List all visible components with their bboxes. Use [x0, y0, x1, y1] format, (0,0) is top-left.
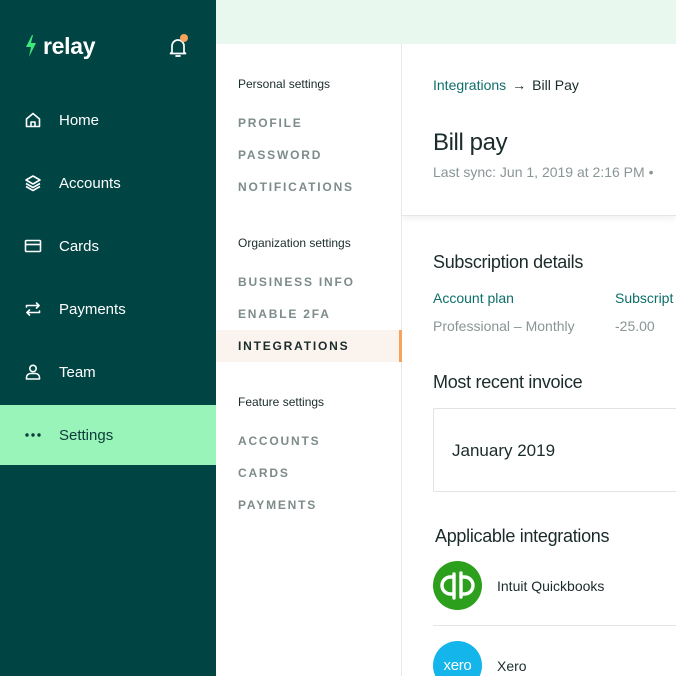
xero-logo-icon: xero: [433, 641, 482, 676]
swap-arrows-icon: [24, 300, 42, 318]
sidebar-item-settings[interactable]: Settings: [0, 405, 216, 465]
sidebar-item-payments[interactable]: Payments: [0, 279, 216, 339]
arrow-right-icon: →: [512, 77, 527, 93]
integration-row-quickbooks[interactable]: Intuit Quickbooks: [433, 561, 676, 610]
integration-row-xero[interactable]: xero Xero: [433, 641, 676, 676]
page-header: Integrations → Bill Pay Bill pay Last sy…: [402, 44, 676, 216]
sidebar-item-label: Payments: [59, 300, 126, 318]
page-title: Bill pay: [433, 129, 508, 156]
sidebar-item-label: Settings: [59, 426, 114, 444]
invoice-month: January 2019: [452, 441, 556, 460]
sidebar-item-cards[interactable]: Cards: [0, 216, 216, 276]
subscription-value: -25.00: [615, 318, 655, 334]
subscription-label: Subscript: [615, 290, 674, 306]
card-icon: [24, 237, 42, 255]
settings-link-payments[interactable]: PAYMENTS: [238, 498, 317, 512]
more-dots-icon: [24, 426, 42, 444]
bolt-icon: [26, 35, 36, 57]
divider: [433, 625, 676, 626]
integration-name: Xero: [497, 657, 527, 674]
invoice-card[interactable]: January 2019: [433, 408, 676, 492]
top-bar: [216, 0, 676, 44]
breadcrumb-integrations-link[interactable]: Integrations: [433, 77, 506, 93]
layers-icon: [24, 174, 42, 192]
account-plan-label: Account plan: [433, 290, 514, 306]
settings-link-notifications[interactable]: NOTIFICATIONS: [238, 180, 354, 194]
settings-link-password[interactable]: PASSWORD: [238, 148, 322, 162]
main-sidebar: relay Home Accounts Cards Payments Team: [0, 0, 216, 676]
settings-link-accounts[interactable]: ACCOUNTS: [238, 434, 320, 448]
person-icon: [24, 363, 42, 381]
section-title-organization: Organization settings: [238, 236, 351, 250]
section-title-personal: Personal settings: [238, 77, 331, 91]
section-title-feature: Feature settings: [238, 395, 325, 409]
invoice-heading: Most recent invoice: [433, 372, 583, 392]
breadcrumb: Integrations → Bill Pay: [433, 77, 579, 93]
main-content: Integrations → Bill Pay Bill pay Last sy…: [402, 44, 676, 676]
sidebar-item-team[interactable]: Team: [0, 342, 216, 402]
settings-link-profile[interactable]: PROFILE: [238, 116, 303, 130]
home-icon: [24, 111, 42, 129]
settings-nav: Personal settings PROFILE PASSWORD NOTIF…: [216, 44, 402, 676]
sidebar-item-label: Cards: [59, 237, 100, 255]
brand-name: relay: [43, 33, 96, 59]
sidebar-item-label: Accounts: [59, 174, 121, 192]
relay-logo[interactable]: relay: [25, 33, 96, 59]
settings-link-integrations[interactable]: INTEGRATIONS: [238, 339, 349, 353]
last-sync-text: Last sync: Jun 1, 2019 at 2:16 PM •: [433, 164, 654, 180]
xero-logo-text: xero: [443, 657, 472, 674]
subscription-heading: Subscription details: [433, 252, 584, 272]
integrations-heading: Applicable integrations: [435, 526, 610, 546]
sidebar-item-accounts[interactable]: Accounts: [0, 153, 216, 213]
integration-name: Intuit Quickbooks: [497, 577, 605, 594]
settings-link-business-info[interactable]: BUSINESS INFO: [238, 275, 355, 289]
sidebar-item-label: Team: [59, 363, 96, 381]
account-plan-value: Professional – Monthly: [433, 318, 575, 334]
settings-link-enable-2fa[interactable]: ENABLE 2FA: [238, 307, 331, 321]
settings-link-cards[interactable]: CARDS: [238, 466, 290, 480]
quickbooks-logo-icon: [433, 561, 482, 610]
notification-dot: [180, 34, 188, 42]
sidebar-item-home[interactable]: Home: [0, 90, 216, 150]
sidebar-item-label: Home: [59, 111, 100, 129]
breadcrumb-current: Bill Pay: [532, 77, 579, 93]
